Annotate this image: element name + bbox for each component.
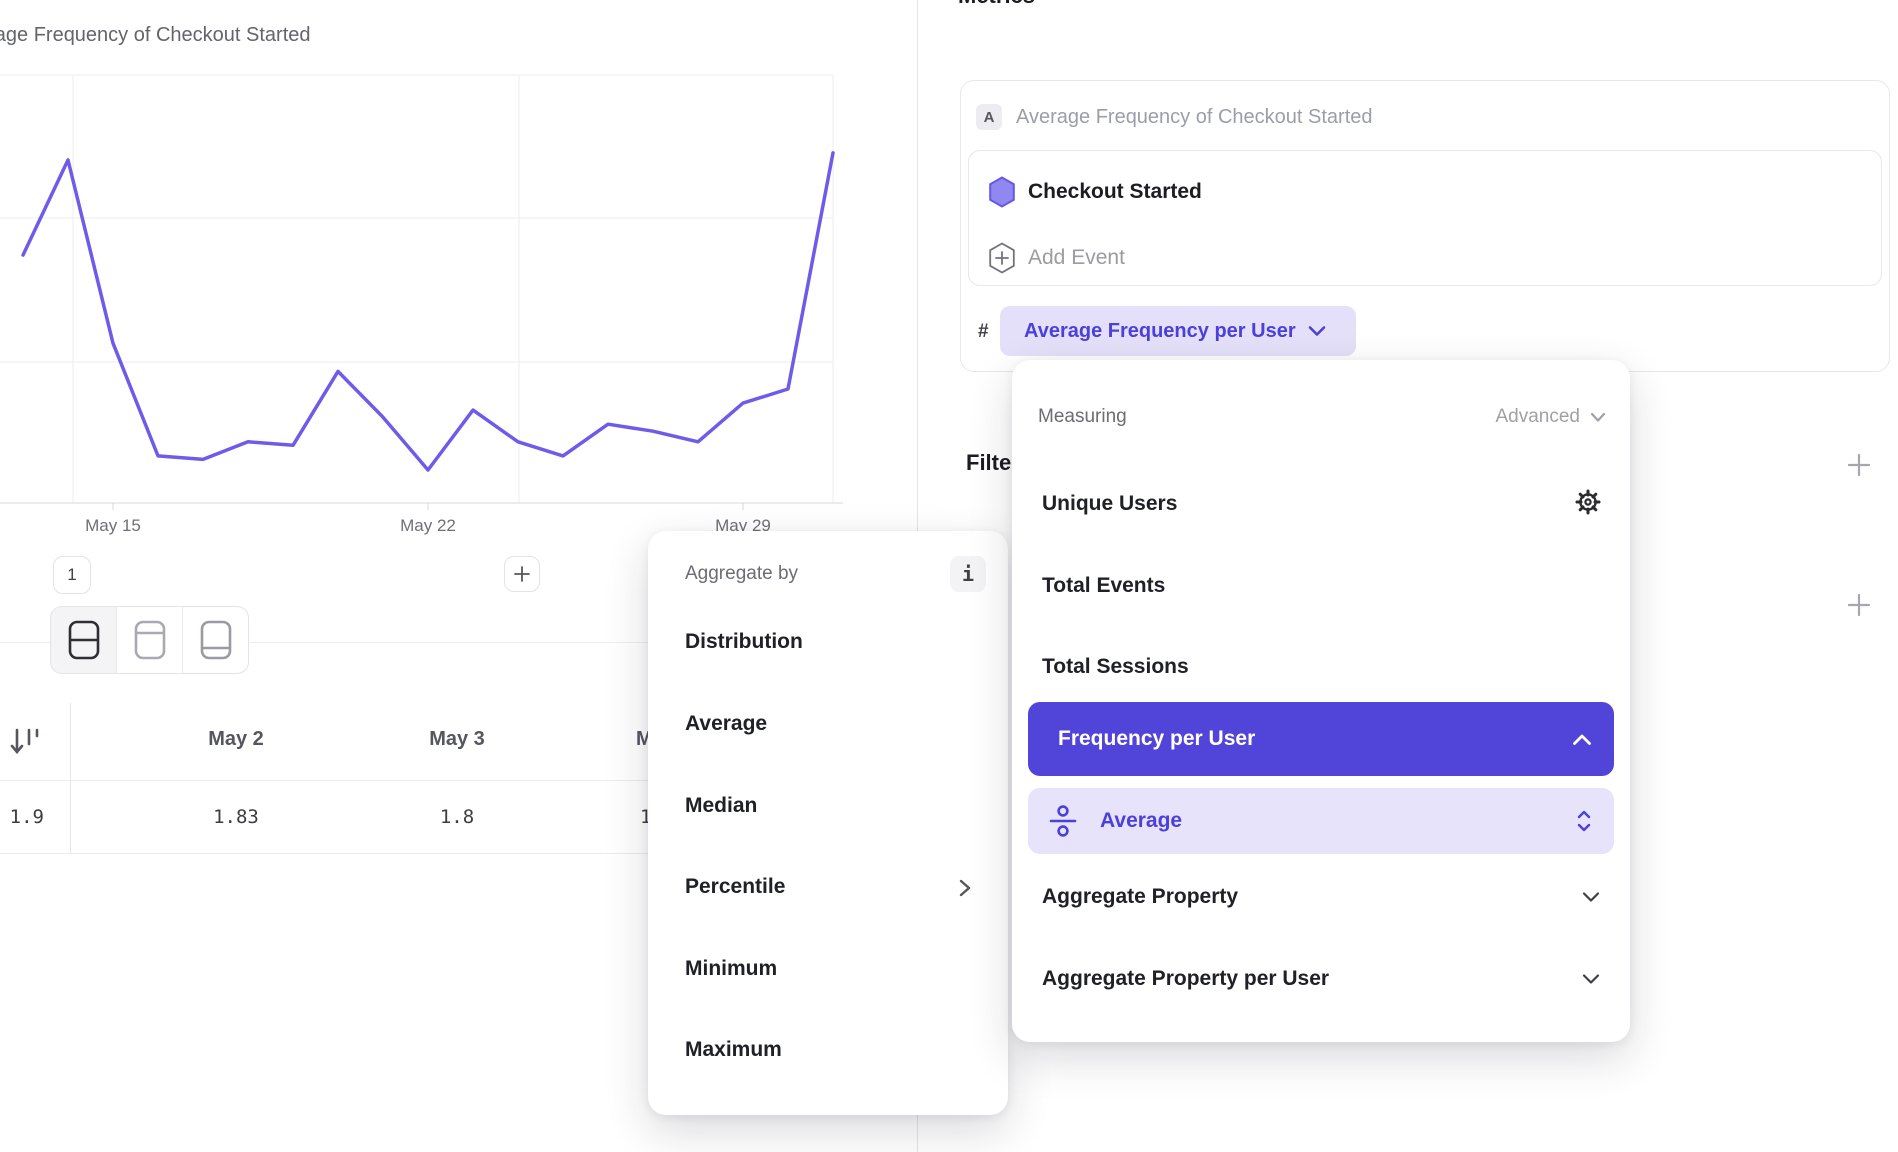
sub-option-average[interactable]: Average — [1028, 788, 1614, 854]
panel-top-icon — [134, 620, 166, 660]
chevron-down-icon — [1308, 325, 1326, 337]
segment-count-label: 1 — [67, 565, 76, 585]
chart-gridlines — [0, 75, 833, 503]
menu-item-distribution[interactable]: Distribution — [685, 630, 803, 654]
table-cell: 1.9 — [0, 806, 44, 828]
chevron-down-icon — [1582, 891, 1600, 903]
event-hexagon-icon — [988, 176, 1016, 208]
add-event-button[interactable]: Add Event — [1028, 246, 1125, 270]
metric-title-input[interactable]: Average Frequency of Checkout Started — [1016, 106, 1373, 129]
add-chart-button[interactable] — [504, 556, 540, 592]
split-horizontal-icon — [68, 620, 100, 660]
layout-panel-top-button[interactable] — [116, 607, 182, 673]
sub-option-label: Average — [1100, 809, 1554, 833]
table-header-cell[interactable]: May 2 — [156, 728, 316, 751]
chart-axis — [0, 503, 843, 510]
menu-item-total-events[interactable]: Total Events — [1042, 574, 1165, 598]
table-header-cell[interactable]: May 3 — [377, 728, 537, 751]
table-cell: 1.8 — [377, 806, 537, 828]
line-chart — [0, 0, 850, 552]
chevron-down-icon — [1590, 412, 1606, 423]
layout-split-horizontal-button[interactable] — [51, 607, 116, 673]
layout-panel-bottom-button[interactable] — [182, 607, 248, 673]
menu-item-aggregate-property[interactable]: Aggregate Property — [1042, 885, 1238, 909]
measurement-prefix: # — [978, 321, 989, 343]
measuring-header: Measuring — [1038, 406, 1127, 428]
add-filter-button[interactable] — [1846, 452, 1872, 478]
sort-icon[interactable] — [8, 722, 44, 762]
metrics-section-heading: Metrics — [958, 0, 1035, 9]
info-glyph: i — [962, 562, 974, 586]
measurement-dropdown-label: Average Frequency per User — [1024, 320, 1296, 343]
x-tick-label: May 15 — [43, 516, 183, 536]
menu-item-percentile[interactable]: Percentile — [685, 875, 785, 899]
chart-series-line — [23, 153, 833, 470]
chevron-right-icon — [958, 879, 972, 897]
panel-bottom-icon — [200, 620, 232, 660]
advanced-label: Advanced — [1495, 406, 1580, 428]
info-icon[interactable]: i — [950, 556, 986, 592]
layout-toggle-group — [50, 606, 249, 674]
menu-item-median[interactable]: Median — [685, 794, 757, 818]
app-root: Average Frequency of Checkout Started Ma… — [0, 0, 1898, 1152]
selected-option-label: Frequency per User — [1044, 727, 1572, 751]
select-updown-icon — [1576, 809, 1592, 833]
menu-item-minimum[interactable]: Minimum — [685, 957, 777, 981]
event-name[interactable]: Checkout Started — [1028, 180, 1202, 204]
chevron-up-icon — [1572, 733, 1592, 746]
add-event-icon — [988, 242, 1016, 274]
menu-item-frequency-per-user-selected[interactable]: Frequency per User — [1028, 702, 1614, 776]
average-divide-icon — [1048, 804, 1078, 838]
metric-letter: A — [984, 109, 995, 126]
plus-icon — [513, 565, 531, 583]
x-tick-label: May 22 — [358, 516, 498, 536]
add-breakdown-button[interactable] — [1846, 592, 1872, 618]
menu-item-aggregate-property-per-user[interactable]: Aggregate Property per User — [1042, 967, 1329, 991]
menu-item-average[interactable]: Average — [685, 712, 767, 736]
aggregate-by-menu: Aggregate by i Distribution Average Medi… — [648, 531, 1008, 1115]
measuring-menu: Measuring Advanced Unique Users Total Ev… — [1012, 360, 1630, 1042]
gear-icon[interactable] — [1574, 488, 1602, 516]
segment-count-button[interactable]: 1 — [53, 556, 91, 594]
menu-item-unique-users[interactable]: Unique Users — [1042, 492, 1177, 516]
advanced-toggle[interactable]: Advanced — [1495, 406, 1606, 428]
metric-letter-badge: A — [976, 104, 1002, 130]
menu-item-total-sessions[interactable]: Total Sessions — [1042, 655, 1189, 679]
measurement-dropdown[interactable]: Average Frequency per User — [1000, 306, 1356, 356]
chevron-down-icon — [1582, 973, 1600, 985]
table-cell: 1.83 — [156, 806, 316, 828]
menu-item-maximum[interactable]: Maximum — [685, 1038, 782, 1062]
table-column-divider — [70, 703, 71, 853]
aggregate-by-header: Aggregate by — [685, 563, 798, 585]
